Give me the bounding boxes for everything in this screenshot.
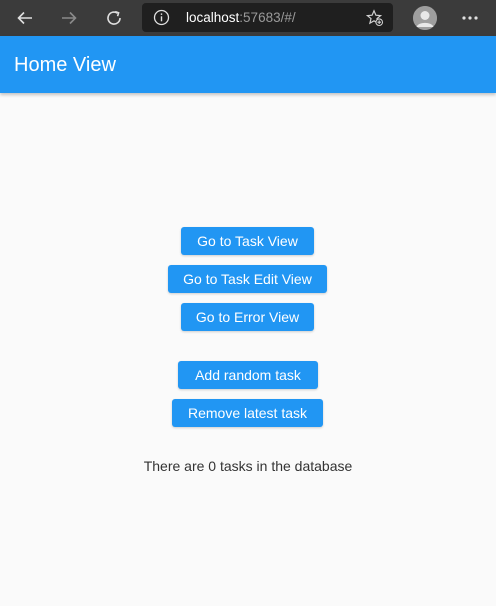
more-button[interactable]	[458, 6, 482, 30]
go-to-task-edit-view-button[interactable]: Go to Task Edit View	[168, 265, 327, 293]
back-button[interactable]	[12, 5, 38, 31]
refresh-button[interactable]	[101, 5, 127, 31]
add-random-task-button[interactable]: Add random task	[178, 361, 318, 389]
go-to-error-view-button[interactable]: Go to Error View	[181, 303, 314, 331]
task-count-text: There are 0 tasks in the database	[143, 458, 353, 474]
forward-arrow-icon	[62, 11, 77, 25]
info-icon[interactable]	[153, 9, 170, 26]
remove-latest-task-button[interactable]: Remove latest task	[172, 399, 323, 427]
profile-icon	[413, 6, 437, 30]
favorites-icon[interactable]	[366, 9, 384, 27]
url-text[interactable]: localhost:57683/#/	[186, 10, 296, 25]
app-bar: Home View	[0, 36, 496, 93]
browser-toolbar: localhost:57683/#/	[0, 0, 496, 36]
more-icon	[462, 16, 478, 20]
profile-button[interactable]	[413, 6, 437, 30]
forward-button[interactable]	[56, 5, 82, 31]
address-bar[interactable]: localhost:57683/#/	[142, 3, 393, 32]
go-to-task-view-button[interactable]: Go to Task View	[181, 227, 314, 255]
page-title: Home View	[14, 54, 116, 76]
refresh-icon	[107, 10, 121, 25]
url-host: localhost	[186, 10, 240, 25]
url-path: :57683/#/	[239, 10, 296, 25]
back-arrow-icon	[17, 11, 32, 25]
